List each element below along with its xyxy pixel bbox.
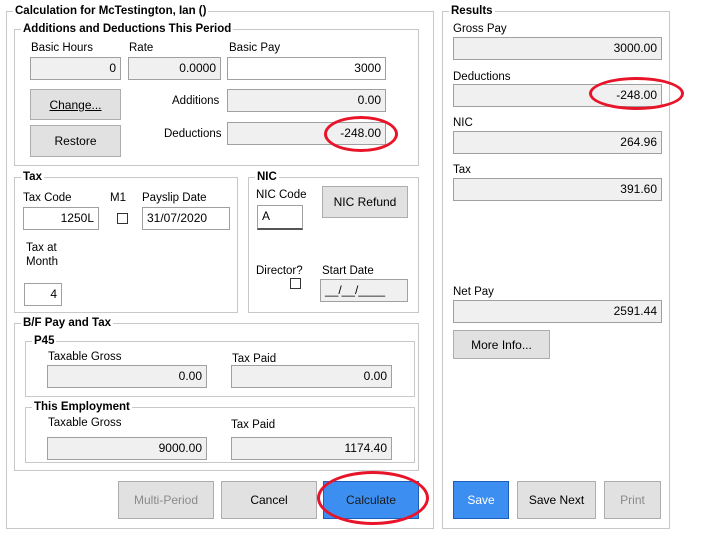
cancel-button[interactable]: Cancel	[221, 481, 317, 519]
m1-label: M1	[110, 192, 126, 204]
p45-taxable-gross-field[interactable]: 0.00	[47, 365, 207, 388]
calculate-button-label: Calculate	[345, 493, 397, 507]
net-pay-field[interactable]: 2591.44	[453, 300, 662, 323]
tax-code-field[interactable]: 1250L	[23, 207, 99, 230]
restore-button[interactable]: Restore	[30, 125, 121, 157]
additions-field[interactable]: 0.00	[227, 89, 386, 112]
net-pay-label: Net Pay	[453, 286, 494, 298]
save-button-label: Save	[467, 493, 495, 507]
tax-label: Tax	[453, 164, 471, 176]
p45-tax-paid-label: Tax Paid	[232, 353, 277, 365]
tax-month-field[interactable]: 4	[24, 283, 62, 306]
tax-group-title: Tax	[21, 170, 44, 184]
bf-pay-tax-title: B/F Pay and Tax	[21, 316, 113, 330]
calculate-button[interactable]: Calculate	[323, 481, 419, 519]
basic-pay-field[interactable]: 3000	[227, 57, 386, 80]
calculation-title: Calculation for McTestington, Ian ()	[13, 4, 209, 18]
nic-refund-button[interactable]: NIC Refund	[322, 186, 408, 218]
start-date-label: Start Date	[322, 265, 374, 277]
save-next-button[interactable]: Save Next	[517, 481, 596, 519]
multi-period-button[interactable]: Multi-Period	[118, 481, 214, 519]
basic-hours-label: Basic Hours	[31, 42, 93, 54]
additions-label: Additions	[172, 95, 220, 107]
rate-field[interactable]: 0.0000	[128, 57, 221, 80]
deductions-label: Deductions	[164, 128, 222, 140]
results-title: Results	[449, 4, 495, 18]
more-info-button[interactable]: More Info...	[453, 330, 550, 359]
rate-label: Rate	[129, 42, 154, 54]
multi-period-button-label: Multi-Period	[133, 493, 199, 507]
nic-field[interactable]: 264.96	[453, 131, 662, 154]
print-button-label: Print	[620, 493, 645, 507]
results-deductions-field[interactable]: -248.00	[453, 84, 662, 107]
employment-taxable-gross-label: Taxable Gross	[48, 417, 122, 429]
basic-hours-field[interactable]: 0	[30, 57, 121, 80]
p45-title: P45	[32, 334, 57, 348]
additions-deductions-title: Additions and Deductions This Period	[21, 22, 234, 36]
results-deductions-label: Deductions	[453, 71, 511, 83]
start-date-field[interactable]: __/__/____	[320, 279, 408, 302]
employment-tax-paid-field[interactable]: 1174.40	[231, 437, 392, 460]
tax-field[interactable]: 391.60	[453, 178, 662, 201]
payslip-date-field[interactable]: 31/07/2020	[142, 207, 230, 230]
change-button[interactable]: Change...	[30, 89, 121, 120]
director-label: Director?	[256, 265, 303, 277]
p45-tax-paid-field[interactable]: 0.00	[231, 365, 392, 388]
more-info-button-label: More Info...	[471, 337, 532, 352]
nic-code-field[interactable]: A	[257, 205, 303, 230]
employment-taxable-gross-field[interactable]: 9000.00	[47, 437, 207, 460]
p45-taxable-gross-label: Taxable Gross	[48, 351, 122, 363]
employment-tax-paid-label: Tax Paid	[231, 419, 276, 431]
basic-pay-label: Basic Pay	[229, 42, 281, 54]
print-button[interactable]: Print	[604, 481, 661, 519]
month-label: Month	[26, 256, 58, 268]
payslip-date-label: Payslip Date	[142, 192, 207, 204]
restore-button-label: Restore	[54, 134, 97, 148]
gross-pay-field[interactable]: 3000.00	[453, 37, 662, 60]
nic-refund-button-label: NIC Refund	[333, 195, 397, 209]
change-button-label: Change...	[49, 97, 102, 112]
tax-at-label: Tax at	[26, 242, 57, 254]
gross-pay-label: Gross Pay	[453, 23, 507, 35]
save-button[interactable]: Save	[453, 481, 509, 519]
deductions-field[interactable]: -248.00	[227, 122, 386, 145]
m1-checkbox[interactable]	[117, 213, 128, 224]
director-checkbox[interactable]	[290, 278, 301, 289]
this-employment-title: This Employment	[32, 400, 132, 414]
nic-group-title: NIC	[255, 170, 279, 184]
nic-code-label: NIC Code	[256, 189, 307, 201]
cancel-button-label: Cancel	[250, 493, 288, 507]
nic-label: NIC	[453, 117, 473, 129]
tax-code-label: Tax Code	[23, 192, 72, 204]
save-next-button-label: Save Next	[528, 493, 585, 507]
